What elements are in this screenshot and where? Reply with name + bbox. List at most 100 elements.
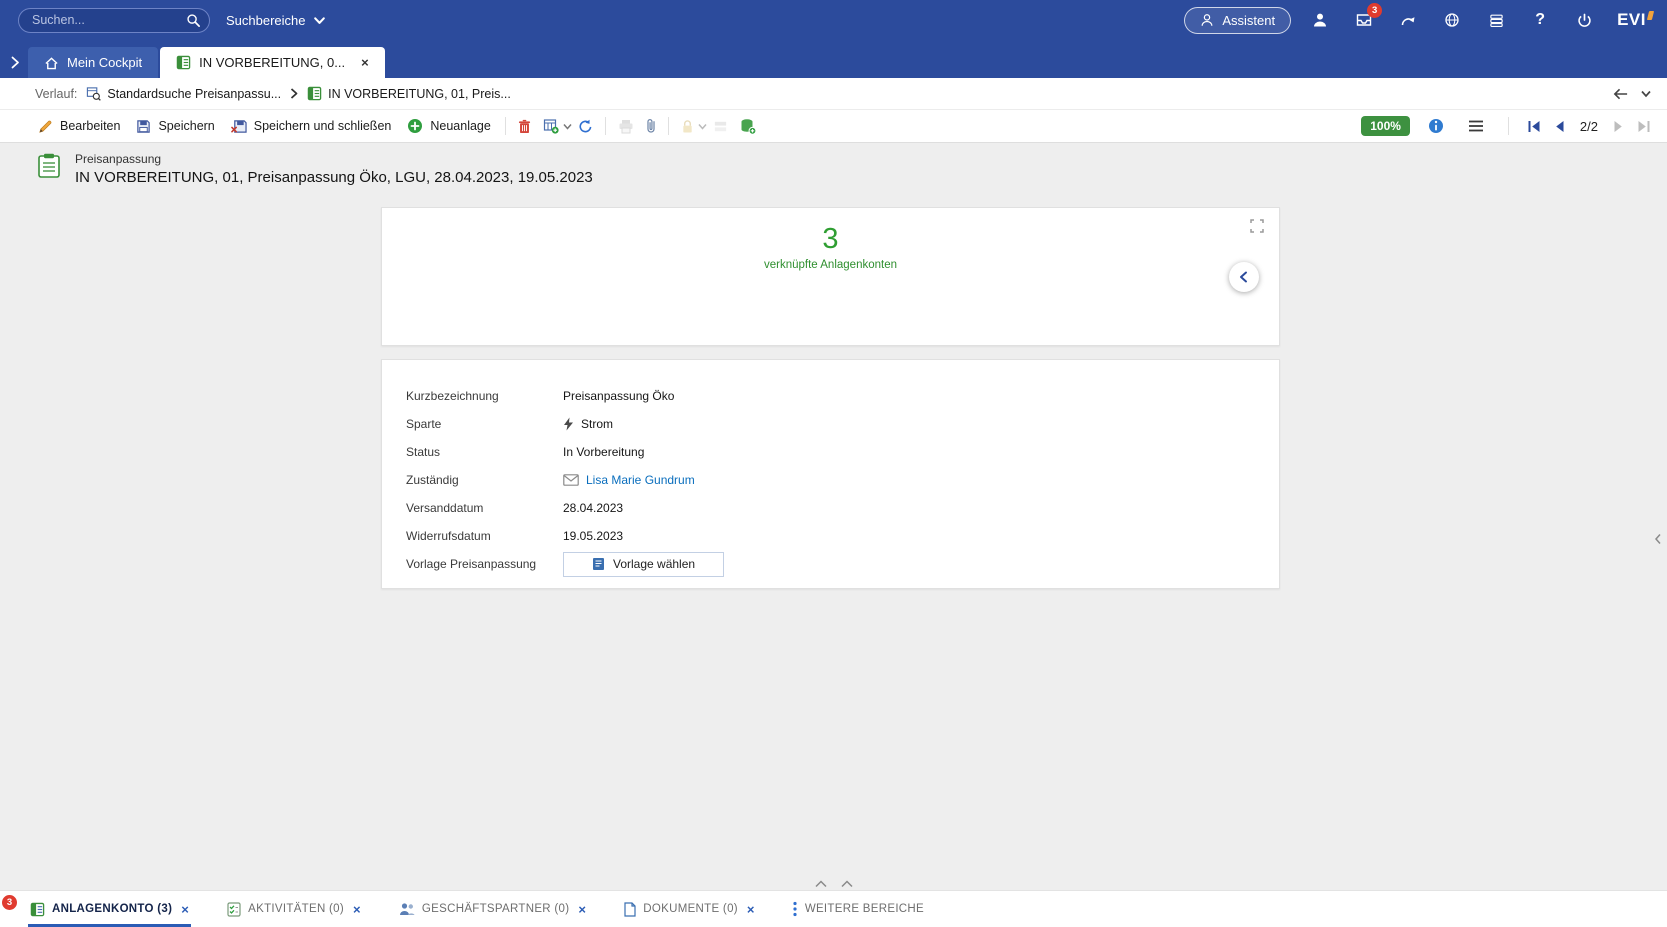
- info-button[interactable]: [1422, 113, 1450, 139]
- field-value: Strom: [563, 417, 613, 431]
- bottom-tab-anlagenkonto[interactable]: ANLAGENKONTO (3) ×: [30, 891, 189, 927]
- more-vertical-icon: [793, 901, 797, 917]
- brand-mark-icon: [1647, 11, 1654, 20]
- search-areas-dropdown[interactable]: Suchbereiche: [224, 9, 328, 32]
- trash-icon: [518, 119, 531, 134]
- first-record-button[interactable]: [1527, 120, 1541, 133]
- bottom-tab-dokumente[interactable]: DOKUMENTE (0) ×: [624, 891, 755, 927]
- redo-button[interactable]: [1393, 6, 1423, 34]
- inbox-button[interactable]: 3: [1349, 6, 1379, 34]
- help-button[interactable]: ?: [1525, 6, 1555, 34]
- record-type-label: Preisanpassung: [75, 152, 593, 166]
- history-label: Verlauf:: [35, 87, 77, 101]
- form-row: Zuständig Lisa Marie Gundrum: [406, 466, 1279, 494]
- collapse-kpi-panel-button[interactable]: [1229, 262, 1259, 292]
- field-value: 28.04.2023: [563, 501, 623, 515]
- refresh-button[interactable]: [572, 114, 599, 139]
- plus-circle-icon: [407, 118, 423, 134]
- field-value: 19.05.2023: [563, 529, 623, 543]
- zoom-level-badge[interactable]: 100%: [1361, 116, 1410, 136]
- field-value-text: Strom: [581, 417, 613, 431]
- pencil-icon: [38, 119, 53, 134]
- tab-active-record[interactable]: IN VORBEREITUNG, 0... ×: [160, 47, 385, 78]
- close-icon[interactable]: ×: [578, 903, 586, 916]
- save-button[interactable]: Speichern: [128, 114, 222, 139]
- redo-icon: [1400, 13, 1416, 28]
- attachment-button[interactable]: [640, 113, 662, 139]
- archive-button[interactable]: [707, 114, 734, 139]
- save-and-close-button[interactable]: Speichern und schließen: [223, 114, 400, 139]
- choose-template-button[interactable]: Vorlage wählen: [563, 552, 724, 577]
- breadcrumb-item-label: Standardsuche Preisanpassu...: [107, 87, 281, 101]
- user-icon: [1312, 12, 1328, 28]
- record-titles: Preisanpassung IN VORBEREITUNG, 01, Prei…: [75, 152, 593, 186]
- toolbar-separator: [668, 117, 669, 135]
- assistant-button[interactable]: Assistent: [1184, 7, 1291, 34]
- search-result-icon: [86, 86, 101, 101]
- save-close-label: Speichern und schließen: [254, 119, 392, 133]
- edit-button[interactable]: Bearbeiten: [30, 114, 128, 139]
- lock-button[interactable]: [675, 114, 700, 139]
- paperclip-icon: [646, 118, 656, 134]
- tab-bar: Mein Cockpit IN VORBEREITUNG, 0... ×: [0, 40, 1667, 78]
- close-icon[interactable]: ×: [353, 903, 361, 916]
- kpi-label: verknüpfte Anlagenkonten: [382, 259, 1279, 271]
- breadcrumb-item-record[interactable]: IN VORBEREITUNG, 01, Preis...: [307, 86, 511, 101]
- record-pager: 2/2: [1527, 119, 1651, 134]
- user-button[interactable]: [1305, 6, 1335, 34]
- new-record-label: Neuanlage: [430, 119, 490, 133]
- history-dropdown-caret[interactable]: [1641, 90, 1651, 98]
- menu-button[interactable]: [1462, 114, 1490, 138]
- new-record-button[interactable]: Neuanlage: [399, 113, 498, 139]
- search-icon[interactable]: [186, 13, 201, 28]
- refresh-icon: [578, 119, 593, 134]
- globe-button[interactable]: [1437, 6, 1467, 34]
- home-icon: [44, 56, 59, 70]
- search-input[interactable]: [18, 8, 210, 33]
- chevron-right-icon: [290, 88, 298, 99]
- collapse-right-panel-chevron[interactable]: [1654, 533, 1662, 545]
- kpi-value[interactable]: 3: [382, 222, 1279, 256]
- brand-text: EVI: [1617, 10, 1646, 30]
- print-button[interactable]: [612, 114, 640, 139]
- toolbar-separator: [605, 117, 606, 135]
- datasource-button[interactable]: [1481, 6, 1511, 34]
- form-row: Sparte Strom: [406, 410, 1279, 438]
- kpi-card: 3 verknüpfte Anlagenkonten: [381, 207, 1280, 346]
- breadcrumb-item-search[interactable]: Standardsuche Preisanpassu...: [86, 86, 281, 101]
- last-record-button[interactable]: [1637, 120, 1651, 133]
- field-label: Zuständig: [406, 473, 563, 487]
- export-dropdown-caret[interactable]: [563, 123, 572, 130]
- tab-mein-cockpit[interactable]: Mein Cockpit: [28, 47, 158, 78]
- fullscreen-icon[interactable]: [1249, 218, 1265, 234]
- history-back-button[interactable]: [1612, 87, 1629, 101]
- logout-button[interactable]: [1569, 6, 1599, 34]
- table-add-icon: [543, 118, 559, 134]
- anlagenkonto-icon: [30, 902, 45, 917]
- more-areas-button[interactable]: WEITERE BEREICHE: [793, 901, 924, 917]
- next-record-button[interactable]: [1613, 120, 1624, 133]
- notification-badge: 3: [2, 895, 17, 910]
- spark-icon: [563, 417, 574, 431]
- export-table-button[interactable]: [537, 113, 565, 139]
- bottom-tab-aktivitaeten[interactable]: AKTIVITÄTEN (0) ×: [227, 891, 361, 927]
- partners-icon: [399, 902, 415, 916]
- bottom-tab-geschaeftspartner[interactable]: GESCHÄFTSPARTNER (0) ×: [399, 891, 586, 927]
- add-to-dataset-button[interactable]: [734, 113, 762, 140]
- form-row: Status In Vorbereitung: [406, 438, 1279, 466]
- documents-icon: [624, 902, 636, 917]
- bottom-panel-handle[interactable]: [814, 880, 854, 888]
- tab-label: DOKUMENTE (0): [643, 903, 738, 915]
- expand-sidebar-chevron-icon[interactable]: [10, 56, 20, 69]
- template-doc-icon: [592, 557, 605, 571]
- close-icon[interactable]: ×: [181, 903, 189, 916]
- info-icon: [1428, 118, 1444, 134]
- close-icon[interactable]: ×: [747, 903, 755, 916]
- detail-form-card: Kurzbezeichnung Preisanpassung Öko Spart…: [381, 359, 1280, 589]
- field-label: Status: [406, 445, 563, 459]
- responsible-person-link[interactable]: Lisa Marie Gundrum: [563, 473, 695, 487]
- delete-button[interactable]: [512, 114, 537, 139]
- close-icon[interactable]: ×: [361, 56, 369, 69]
- previous-record-button[interactable]: [1554, 120, 1565, 133]
- field-label: Versanddatum: [406, 501, 563, 515]
